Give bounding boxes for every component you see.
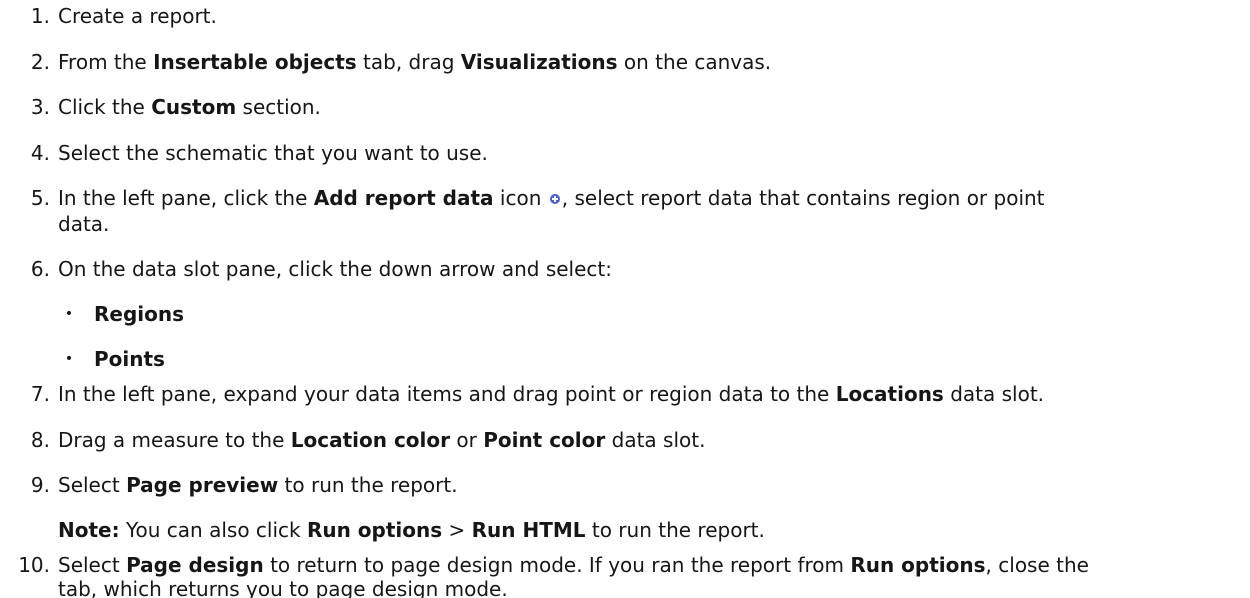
note-label: Note: [58,518,120,542]
step-number: 3. [30,95,50,119]
text-segment: tab, drag [356,50,461,74]
text-segment: > [442,518,472,542]
text-segment: Click the [58,95,152,119]
document-page: { "steps": { "s1": { "num": "1.", "text"… [0,0,1250,598]
step-number: 4. [30,141,50,165]
text-segment: , select report data that contains regio… [561,186,1045,210]
step-number: 7. [30,382,50,406]
text-segment: to return to page design mode. If you ra… [263,553,851,577]
text-segment: , close the [985,553,1089,577]
step-text: In the left pane, click the Add report d… [58,185,1045,211]
text-segment: You can also click [119,518,307,542]
text-segment: data slot. [605,428,706,452]
ui-term: Page preview [126,473,279,497]
step-text: On the data slot pane, click the down ar… [58,257,612,281]
text-segment: on the canvas. [617,50,772,74]
step-number: 10. [18,553,50,577]
step-number: 1. [30,4,50,28]
ui-term: Add report data [313,186,494,210]
text-segment: or [450,428,484,452]
step-text: Select Page design to return to page des… [58,552,1089,578]
step-text: Select Page preview to run the report. [58,472,458,498]
text-segment: In the left pane, click the [58,186,314,210]
text-segment: section. [236,95,321,119]
text-segment: From the [58,50,154,74]
text-segment: to run the report. [278,473,458,497]
step-number: 5. [30,186,50,210]
text-segment: icon [493,186,548,210]
bullet-dot-icon: • [64,351,74,367]
step-text: Create a report. [58,4,217,28]
step-text: In the left pane, expand your data items… [58,381,1044,407]
text-segment: Select [58,553,127,577]
bullet-dot-icon: • [64,306,74,322]
step-text: Drag a measure to the Location color or … [58,427,705,453]
ui-term: Page design [126,553,264,577]
ui-term: Custom [151,95,237,119]
ui-term: Run options [306,518,443,542]
step-number: 6. [30,257,50,281]
text-segment: In the left pane, expand your data items… [58,382,836,406]
step-number: 8. [30,428,50,452]
note-text: Note: You can also click Run options > R… [58,517,765,543]
ui-term: Run HTML [471,518,586,542]
add-circle-icon [549,193,560,204]
ui-term: Visualizations [460,50,618,74]
text-segment: Drag a measure to the [58,428,291,452]
ui-term: Run options [850,553,986,577]
list-item: Points [94,347,165,371]
step-number: 9. [30,473,50,497]
step-text: From the Insertable objects tab, drag Vi… [58,49,771,75]
text-segment: Select [58,473,127,497]
ui-term: Locations [835,382,944,406]
ui-term: Point color [483,428,606,452]
step-text-continued: data. [58,212,110,236]
step-text: Select the schematic that you want to us… [58,141,488,165]
step-number: 2. [30,50,50,74]
text-segment: to run the report. [585,518,765,542]
step-text-continued: tab, which returns you to page design mo… [58,577,508,598]
ui-term: Insertable objects [153,50,357,74]
step-text: Click the Custom section. [58,94,321,120]
ui-term: Location color [290,428,450,452]
list-item: Regions [94,302,185,326]
text-segment: data slot. [943,382,1045,406]
